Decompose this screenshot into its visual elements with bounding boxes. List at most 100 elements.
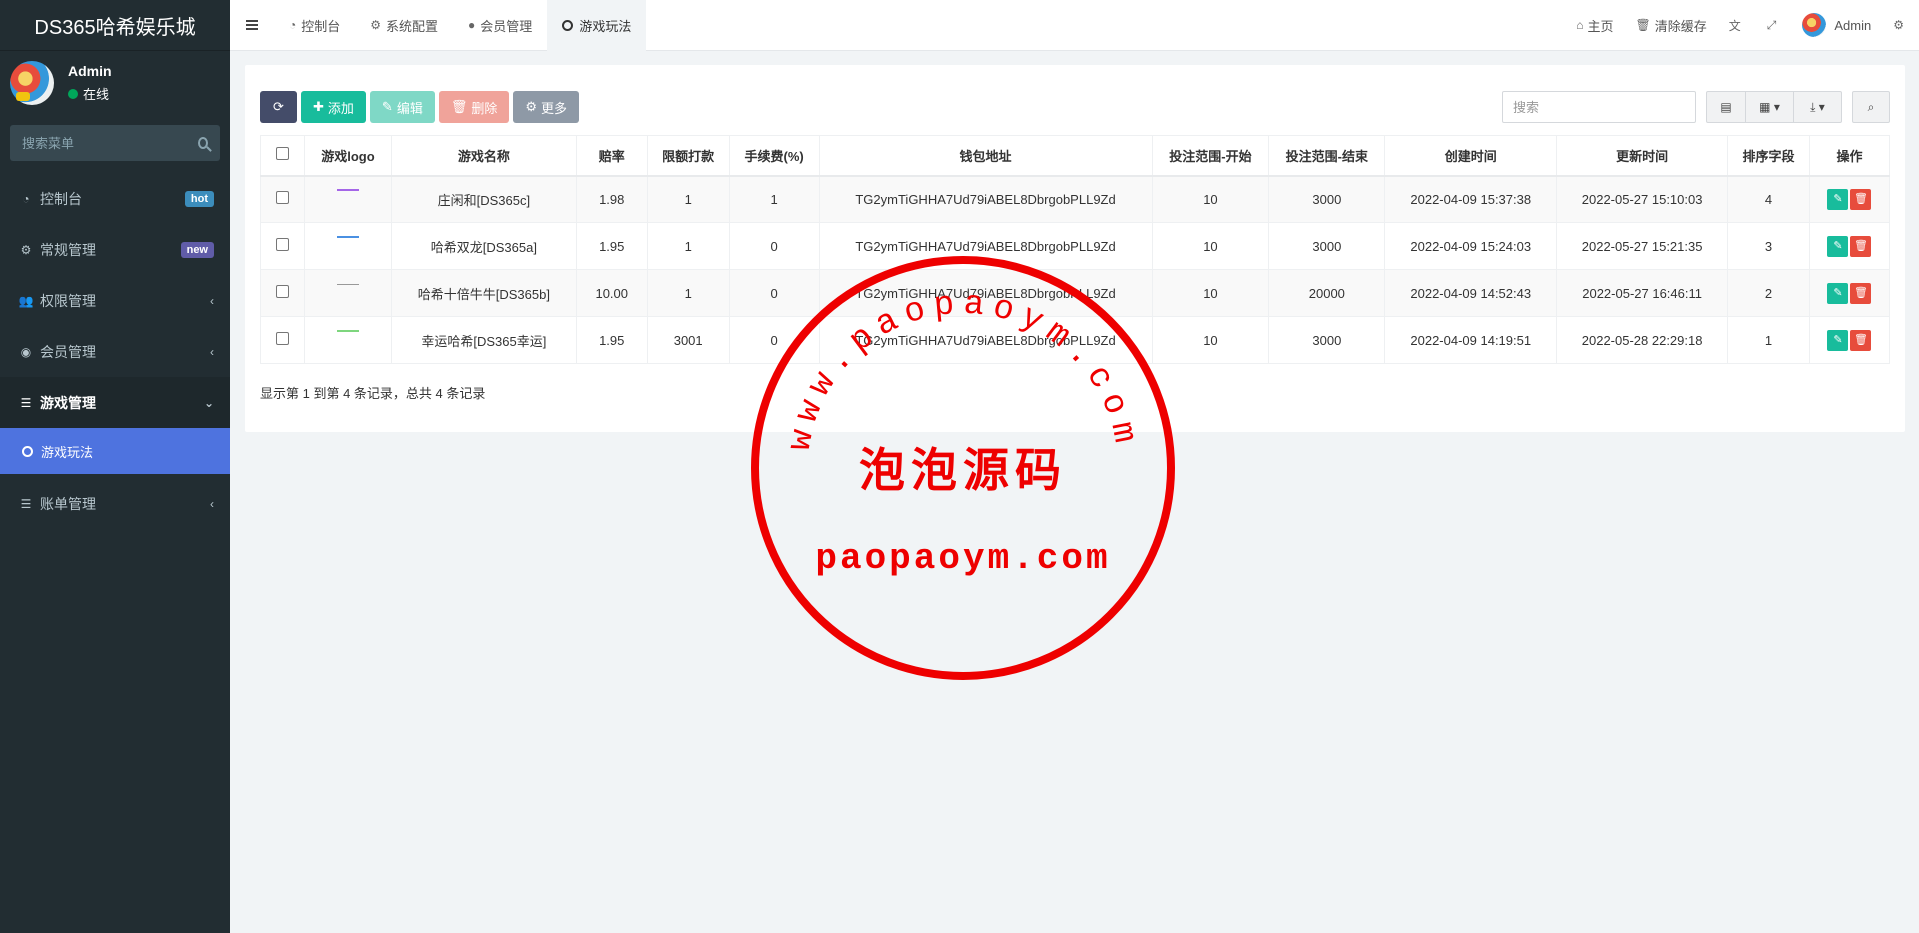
row-checkbox[interactable] [275, 285, 289, 298]
new-badge: new [180, 241, 214, 258]
limit-cell: 1 [646, 222, 730, 270]
list-icon: ☰ [20, 395, 32, 410]
export-button[interactable]: ⤓ ▾ [1794, 91, 1842, 123]
updated-cell: 2022-05-27 15:10:03 [1556, 175, 1729, 223]
row-edit-button[interactable]: ✎ [1827, 235, 1849, 257]
sidebar-item-label: 账单管理 [40, 495, 96, 512]
columns-button[interactable]: ▦ ▾ [1746, 91, 1794, 123]
select-all-checkbox[interactable] [275, 147, 289, 161]
tab-members[interactable]: ● 会员管理 [453, 0, 547, 51]
col-header: 操作 [1808, 135, 1891, 177]
tab-game-rules[interactable]: 游戏玩法 [547, 0, 647, 51]
row-checkbox[interactable] [275, 191, 289, 205]
row-delete-button[interactable]: 🗑 [1850, 235, 1872, 257]
sidebar-item-label: 常规管理 [40, 241, 96, 258]
tab-system-config[interactable]: ⚙ 系统配置 [355, 0, 453, 51]
odds-cell: 10.00 [575, 269, 648, 317]
bet-start-cell: 10 [1151, 175, 1270, 223]
home-link[interactable]: ⌂ 主页 [1565, 0, 1624, 51]
language-toggle[interactable]: 文 [1718, 0, 1756, 51]
col-header[interactable]: 排序字段 [1727, 135, 1810, 177]
fullscreen-toggle[interactable]: ⤢ [1756, 0, 1792, 51]
clear-cache-link[interactable]: 🗑 清除缓存 [1625, 0, 1718, 51]
sidebar-item-label: 游戏管理 [40, 394, 96, 411]
settings-toggle[interactable]: ⚙ [1882, 0, 1919, 51]
dashboard-icon: ◔ [289, 18, 297, 32]
top-navbar: ◔ 控制台 ⚙ 系统配置 ● 会员管理 游戏玩法 ⌂ 主页 🗑 清除缓存 文 ⤢ Admi… [230, 0, 1919, 51]
col-header[interactable]: 投注范围-开始 [1151, 135, 1270, 177]
row-checkbox[interactable] [275, 332, 289, 345]
bet-end-cell: 3000 [1268, 316, 1386, 364]
advanced-search-button[interactable]: ⌕ [1852, 91, 1890, 123]
refresh-button[interactable]: ⟳ [260, 91, 297, 123]
sidebar-item-members[interactable]: ◉ 会员管理 ‹ [0, 326, 230, 377]
row-select-cell [260, 175, 305, 223]
row-edit-button[interactable]: ✎ [1827, 282, 1849, 304]
stamp-domain-text: paopaoym.com [815, 538, 1110, 579]
sidebar-item-dashboard[interactable]: ◔ 控制台 hot [0, 173, 230, 224]
list-view-icon: ▤ [1720, 100, 1732, 114]
table-row[interactable]: 哈希双龙[DS365a] 1.95 1 0 TG2ymTiGHHA7Ud79iA… [260, 222, 1891, 270]
home-icon: ⌂ [1576, 18, 1584, 32]
col-header[interactable]: 游戏名称 [390, 135, 577, 177]
chevron-down-icon: ⌄ [203, 395, 214, 410]
table-row[interactable]: 幸运哈希[DS365幸运] 1.95 3001 0 TG2ymTiGHHA7Ud… [260, 316, 1891, 364]
user-name: Admin [68, 63, 112, 79]
sidebar-toggle[interactable] [230, 0, 274, 51]
brand-title[interactable]: DS365哈希娱乐城 [0, 0, 230, 51]
row-checkbox[interactable] [275, 238, 289, 251]
content-panel: ⟳ ✚添加 ✎编辑 🗑删除 ⚙更多 ▤ ▦ ▾ ⤓ ▾ ⌕ 游戏logo 游戏名… [245, 65, 1905, 432]
toggle-view-button[interactable]: ▤ [1706, 91, 1746, 123]
tab-label: 会员管理 [480, 18, 533, 34]
col-header[interactable]: 投注范围-结束 [1268, 135, 1386, 177]
admin-label: Admin [1834, 17, 1872, 33]
delete-button[interactable]: 🗑 删除 [438, 91, 510, 123]
search-icon[interactable] [198, 137, 208, 149]
stamp-center-text: 泡泡源码 [859, 443, 1067, 497]
logo-cell [303, 269, 392, 317]
name-cell: 幸运哈希[DS365幸运] [390, 316, 577, 364]
sort-cell: 1 [1727, 316, 1810, 364]
row-delete-button[interactable]: 🗑 [1850, 282, 1872, 304]
add-label: 添加 [327, 100, 354, 116]
row-delete-button[interactable]: 🗑 [1850, 188, 1872, 210]
sidebar-item-billing[interactable]: ☰ 账单管理 ‹ [0, 478, 230, 529]
name-cell: 哈希双龙[DS365a] [390, 222, 577, 270]
add-button[interactable]: ✚ 添加 [301, 91, 366, 123]
table-row[interactable]: 哈希十倍牛牛[DS365b] 10.00 1 0 TG2ymTiGHHA7Ud7… [260, 269, 1891, 317]
table-search-input[interactable] [1502, 91, 1696, 123]
odds-cell: 1.95 [575, 316, 648, 364]
row-edit-button[interactable]: ✎ [1827, 329, 1849, 351]
more-button[interactable]: ⚙ 更多 [513, 91, 580, 123]
tab-dashboard[interactable]: ◔ 控制台 [274, 0, 355, 51]
trash-icon: 🗑 [450, 99, 468, 114]
actions-cell: ✎ 🗑 [1808, 175, 1891, 223]
col-header[interactable]: 创建时间 [1384, 135, 1558, 177]
name-cell: 庄闲和[DS365c] [390, 175, 577, 223]
col-header[interactable]: 更新时间 [1556, 135, 1729, 177]
row-select-cell [260, 269, 305, 317]
row-delete-button[interactable]: 🗑 [1850, 329, 1872, 351]
table-row[interactable]: 庄闲和[DS365c] 1.98 1 1 TG2ymTiGHHA7Ud79iAB… [260, 175, 1891, 223]
col-header[interactable]: 游戏logo [303, 135, 392, 177]
sidebar-subitem-game-rules[interactable]: 游戏玩法 [0, 428, 230, 474]
col-header[interactable]: 钱包地址 [818, 135, 1153, 177]
sidebar-item-permissions[interactable]: 👥 权限管理 ‹ [0, 275, 230, 326]
hot-badge: hot [184, 190, 214, 207]
created-cell: 2022-04-09 15:24:03 [1384, 222, 1558, 270]
menu-search-input[interactable] [22, 135, 198, 151]
edit-button[interactable]: ✎ 编辑 [369, 91, 435, 123]
sidebar-item-general[interactable]: ⚙ 常规管理 new [0, 224, 230, 275]
sort-cell: 4 [1727, 175, 1810, 223]
sidebar-item-games[interactable]: ☰ 游戏管理 ⌄ [0, 377, 230, 428]
col-header[interactable]: 手续费(%) [728, 135, 820, 177]
sidebar: DS365哈希娱乐城 Admin 在线 ◔ 控制台 hot ⚙ 常规管理 new… [0, 0, 230, 933]
row-edit-button[interactable]: ✎ [1827, 188, 1849, 210]
user-avatar [10, 61, 54, 105]
sidebar-item-label: 控制台 [40, 190, 82, 207]
col-header[interactable]: 限额打款 [646, 135, 730, 177]
table-right-tools: ▤ ▦ ▾ ⤓ ▾ ⌕ [1502, 91, 1890, 123]
trash-icon: 🗑 [1635, 18, 1651, 32]
admin-menu[interactable]: Admin [1791, 0, 1882, 51]
col-header[interactable]: 赔率 [575, 135, 648, 177]
